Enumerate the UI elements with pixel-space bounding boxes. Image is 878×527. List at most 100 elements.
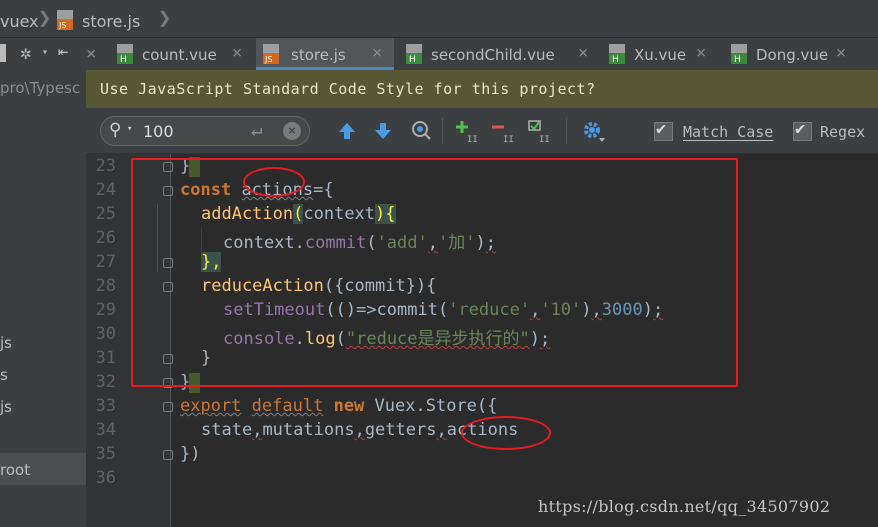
svg-text:H: H [120,55,127,65]
fold-marker[interactable] [163,450,173,460]
svg-text:JS: JS [264,55,272,64]
line-number: 30 [95,324,116,344]
svg-text:II: II [539,135,550,144]
toolbar-separator [566,118,567,144]
remove-selection-icon[interactable]: II [490,118,516,144]
panel-edge [0,44,6,62]
line-number: 29 [95,300,116,320]
add-selection-icon[interactable]: II [454,118,480,144]
newline-icon[interactable]: ↵ [251,119,262,141]
code-line-33: export default new Vuex.Store({ [180,396,497,416]
fold-marker[interactable] [163,402,173,412]
close-icon[interactable]: × [232,43,242,63]
project-item[interactable]: js [0,398,12,416]
project-item[interactable]: js [0,334,12,352]
clear-search-icon[interactable]: × [283,122,301,140]
code-token: , [354,420,365,440]
tab-label: secondChild.vue [431,46,555,64]
js-file-icon: JS [263,44,279,64]
code-line-35: }) [180,444,200,464]
project-path: pro\Typesc [0,79,81,97]
annotation-circle [243,167,305,197]
search-input[interactable]: 100 [143,122,174,141]
editor-tab-bar: × H count.vue × JS store.js × H secondCh… [86,38,878,70]
tab-label: Xu.vue [634,46,687,64]
close-icon[interactable]: × [86,44,96,64]
search-icon[interactable]: ⚲ [109,120,121,140]
close-icon[interactable]: × [836,43,846,63]
find-all-icon[interactable] [408,118,434,144]
close-icon[interactable]: × [372,43,382,63]
select-all-occurrences-icon[interactable]: II [526,118,552,144]
project-item-selected[interactable]: root [0,453,86,485]
line-number: 35 [95,444,116,464]
project-panel: pro\Typesc js s js root [0,70,86,527]
code-token: , [252,420,263,440]
breadcrumb-item-store-js[interactable]: store.js [82,0,140,38]
code-token: }) [180,444,201,464]
tab-secondchild-vue[interactable]: H secondChild.vue × [396,38,596,70]
collapse-panel-icon[interactable]: ⇤ [58,42,68,62]
close-icon[interactable]: × [578,43,588,63]
toolbar-separator [442,118,443,144]
line-number: 27 [95,252,116,272]
line-number: 33 [95,396,116,416]
tab-label: count.vue [142,46,217,64]
code-token: getters [364,420,437,440]
breadcrumb-separator: ❯ [38,6,52,31]
match-case-label[interactable]: Match Case [683,123,773,141]
vue-file-icon: H [117,44,133,65]
code-token: new [333,396,365,416]
breadcrumb-separator: ❯ [158,6,172,31]
line-number: 28 [95,276,116,296]
svg-text:H: H [409,55,416,65]
tab-store-js[interactable]: JS store.js × [256,38,394,70]
match-case-checkbox[interactable]: ✔ [654,119,673,141]
svg-text:II: II [503,135,514,144]
code-token: , [436,420,447,440]
settings-gear-icon[interactable] [580,118,606,144]
code-token: mutations [262,420,355,440]
tab-count-vue[interactable]: H count.vue × [110,38,255,70]
watermark-url: https://blog.csdn.net/qq_34507902 [538,497,831,516]
next-occurrence-icon[interactable] [370,118,396,144]
tab-label: store.js [291,46,346,64]
line-number: 36 [95,468,116,488]
check-icon: ✔ [795,119,806,139]
vue-file-icon: H [406,44,422,65]
code-token: export [180,396,242,416]
regex-label[interactable]: Regex [820,123,865,141]
tab-xu-vue[interactable]: H Xu.vue × [600,38,720,70]
line-number: 32 [95,372,116,392]
svg-text:H: H [612,55,619,65]
breadcrumb: vuex ❯ JS store.js ❯ [0,0,878,38]
find-bar: ⚲ ▾ 100 ↵ × II II II ✔ Match Case ✔ Rege… [86,108,878,154]
line-number: 34 [95,420,116,440]
line-number: 24 [95,180,116,200]
js-file-icon: JS [57,10,73,30]
annotation-circle [461,416,551,450]
search-history-dropdown-icon[interactable]: ▾ [127,124,132,134]
code-token: default [251,396,324,416]
line-number: 23 [95,156,116,176]
tab-label: Dong.vue [756,46,829,64]
gear-icon[interactable]: ✲ [20,42,31,64]
breadcrumb-item-vuex[interactable]: vuex [0,0,39,38]
code-token: Vuex.Store({ [374,396,498,416]
regex-checkbox[interactable]: ✔ [793,119,812,141]
banner-text: Use JavaScript Standard Code Style for t… [100,80,596,98]
line-number: 25 [95,204,116,224]
project-item-label: root [0,461,31,479]
code-token: state [201,420,253,440]
project-item[interactable]: s [0,366,8,384]
chevron-down-icon[interactable]: ▾ [42,47,48,58]
search-input-wrapper[interactable]: ⚲ ▾ 100 ↵ × [100,116,310,146]
line-number: 31 [95,348,116,368]
tab-dong-vue[interactable]: H Dong.vue × [722,38,872,70]
code-style-banner: Use JavaScript Standard Code Style for t… [86,70,878,108]
vue-file-icon: H [731,44,747,65]
svg-text:II: II [467,135,478,144]
close-icon[interactable]: × [696,43,706,63]
tab-overflow[interactable]: × [86,38,100,70]
previous-occurrence-icon[interactable] [334,118,360,144]
